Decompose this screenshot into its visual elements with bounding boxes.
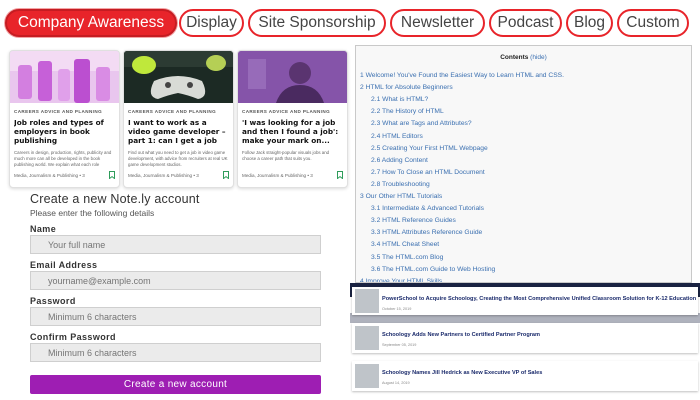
article-category: CAREERS ADVICE AND PLANNING: [242, 109, 331, 114]
news-item[interactable]: PowerSchool to Acquire Schoology, Creati…: [352, 287, 698, 315]
bookmark-icon[interactable]: [223, 171, 229, 179]
toc-heading-row: Contents (hide): [356, 54, 691, 64]
news-title[interactable]: Schoology Adds New Partners to Certified…: [382, 332, 540, 338]
tab-newsletter[interactable]: Newsletter: [390, 9, 485, 37]
article-image-pink-lab: [10, 51, 119, 103]
email-input[interactable]: [30, 271, 321, 290]
tab-blog[interactable]: Blog: [566, 9, 613, 37]
article-description: Find out what you need to get a job in v…: [128, 150, 228, 167]
article-card[interactable]: CAREERS ADVICE AND PLANNING 'I was looki…: [237, 50, 348, 188]
tab-podcast[interactable]: Podcast: [489, 9, 562, 37]
tab-display[interactable]: Display: [179, 9, 244, 37]
article-card[interactable]: CAREERS ADVICE AND PLANNING I want to wo…: [123, 50, 234, 188]
toc-link[interactable]: 1 Welcome! You've Found the Easiest Way …: [360, 72, 564, 79]
toc-link[interactable]: 2.6 Adding Content: [371, 157, 428, 164]
toc-link[interactable]: 3 Our Other HTML Tutorials: [360, 193, 442, 200]
news-date: August 14, 2019: [382, 381, 410, 385]
article-footer: Media, Journalism & Publishing • 3: [242, 171, 343, 179]
article-image-purple-portrait: [238, 51, 347, 103]
name-label: Name: [30, 224, 57, 234]
article-footer: Media, Journalism & Publishing • 3: [128, 171, 229, 179]
news-feed: PowerSchool to Acquire Schoology, Creati…: [350, 283, 700, 400]
email-label: Email Address: [30, 260, 98, 270]
toc-link[interactable]: 2.7 How To Close an HTML Document: [371, 169, 485, 176]
news-thumbnail: [355, 289, 379, 313]
article-category: CAREERS ADVICE AND PLANNING: [14, 109, 103, 114]
news-title[interactable]: PowerSchool to Acquire Schoology, Creati…: [382, 296, 696, 302]
form-subtitle: Please enter the following details: [30, 208, 155, 218]
create-account-button[interactable]: Create a new account: [30, 375, 321, 394]
article-meta: Media, Journalism & Publishing • 3: [242, 172, 313, 178]
tab-custom[interactable]: Custom: [617, 9, 689, 37]
password-label: Password: [30, 296, 76, 306]
toc-link[interactable]: 3.6 The HTML.com Guide to Web Hosting: [371, 266, 495, 273]
bookmark-icon[interactable]: [337, 171, 343, 179]
toc-link[interactable]: 2.4 HTML Editors: [371, 133, 423, 140]
toc-link[interactable]: 2 HTML for Absolute Beginners: [360, 84, 453, 91]
toc-link[interactable]: 2.5 Creating Your First HTML Webpage: [371, 145, 488, 152]
article-category: CAREERS ADVICE AND PLANNING: [128, 109, 217, 114]
toc-link[interactable]: 2.1 What is HTML?: [371, 96, 428, 103]
article-description: Follow Jack straight-popular visuals job…: [242, 150, 330, 161]
news-item[interactable]: Schoology Names Jill Hedrick as New Exec…: [352, 361, 698, 391]
toc-link[interactable]: 3.4 HTML Cheat Sheet: [371, 241, 439, 248]
name-input[interactable]: [30, 235, 321, 254]
bookmark-icon[interactable]: [109, 171, 115, 179]
toc-heading: Contents: [500, 54, 529, 61]
article-image-game-controller: [124, 51, 233, 103]
toc-link[interactable]: 3.1 Intermediate & Advanced Tutorials: [371, 205, 484, 212]
signup-form: Create a new Note.ly account Please ente…: [30, 192, 330, 400]
table-of-contents: Contents (hide) 1 Welcome! You've Found …: [355, 45, 692, 283]
toc-link[interactable]: 3.3 HTML Attributes Reference Guide: [371, 229, 482, 236]
article-meta: Media, Journalism & Publishing • 3: [128, 172, 199, 178]
news-date: September 05, 2019: [382, 343, 417, 347]
article-card-list: CAREERS ADVICE AND PLANNING Job roles an…: [9, 50, 348, 188]
news-thumbnail: [355, 326, 379, 350]
toc-hide-link[interactable]: (hide): [530, 54, 547, 61]
article-card[interactable]: CAREERS ADVICE AND PLANNING Job roles an…: [9, 50, 120, 188]
password-input[interactable]: [30, 307, 321, 326]
confirm-password-input[interactable]: [30, 343, 321, 362]
article-title[interactable]: I want to work as a video game developer…: [128, 118, 229, 145]
article-title[interactable]: Job roles and types of employers in book…: [14, 118, 115, 145]
toc-link[interactable]: 2.3 What are Tags and Attributes?: [371, 120, 472, 127]
tab-company-awareness[interactable]: Company Awareness: [5, 9, 177, 37]
toc-link[interactable]: 3.2 HTML Reference Guides: [371, 217, 456, 224]
news-date: October 15, 2019: [382, 307, 412, 311]
toc-link[interactable]: 2.8 Troubleshooting: [371, 181, 430, 188]
form-title: Create a new Note.ly account: [30, 192, 200, 206]
article-description: Careers in design, production, rights, p…: [14, 150, 112, 167]
article-meta: Media, Journalism & Publishing • 3: [14, 172, 85, 178]
news-thumbnail: [355, 364, 379, 388]
confirm-password-label: Confirm Password: [30, 332, 116, 342]
tab-site-sponsorship[interactable]: Site Sponsorship: [248, 9, 386, 37]
toc-link[interactable]: 3.5 The HTML.com Blog: [371, 254, 443, 261]
article-footer: Media, Journalism & Publishing • 3: [14, 171, 115, 179]
category-tab-bar: Company Awareness Display Site Sponsorsh…: [0, 0, 700, 46]
article-title[interactable]: 'I was looking for a job and then I foun…: [242, 118, 343, 145]
news-title[interactable]: Schoology Names Jill Hedrick as New Exec…: [382, 370, 542, 376]
news-item[interactable]: Schoology Adds New Partners to Certified…: [352, 323, 698, 353]
toc-link[interactable]: 2.2 The History of HTML: [371, 108, 444, 115]
